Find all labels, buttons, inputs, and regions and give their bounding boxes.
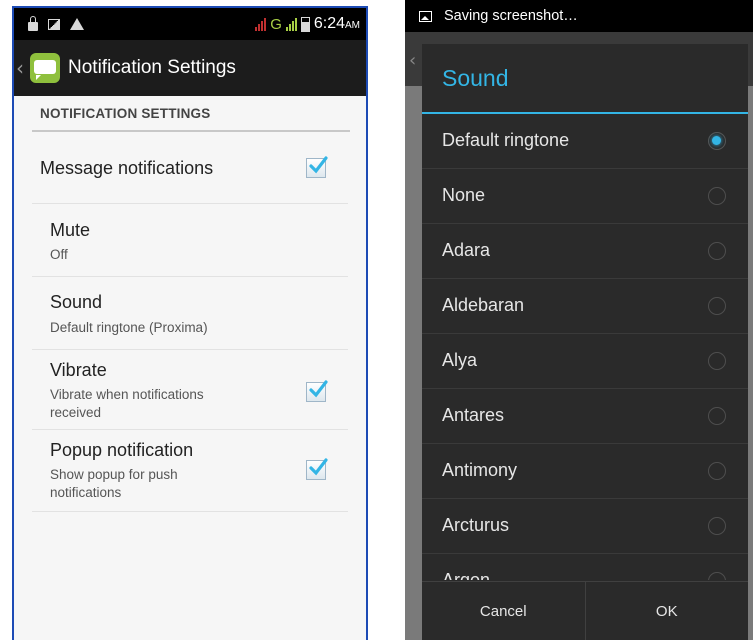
option-label: Arcturus [442,515,510,535]
pref-sound[interactable]: Sound Default ringtone (Proxima) [32,277,348,350]
back-chevron-icon[interactable]: ‹ [16,56,28,80]
pref-mute[interactable]: Mute Off [32,204,348,277]
option-label: None [442,185,486,205]
sound-dialog: Sound Default ringtone None Adara Aldeba… [422,44,748,640]
status-text: Saving screenshot… [444,8,578,24]
status-bar: G 6:24AM [14,8,366,40]
option-label: Antimony [442,460,518,480]
radio-icon[interactable] [708,407,726,425]
vibrate-checkbox[interactable] [306,380,328,402]
option-label: Aldebaran [442,295,525,315]
ringtone-option[interactable]: Aldebaran [422,279,748,334]
signal-icon-sim1 [255,17,267,31]
radio-icon[interactable] [708,297,726,315]
page-title: Notification Settings [68,57,236,78]
back-chevron-icon: ‹ [409,50,417,71]
lock-icon [28,15,38,31]
pref-summary: Show popup for push notifications [50,467,178,500]
ringtone-option[interactable]: Arcturus [422,499,748,554]
dialog-button-bar: Cancel OK [422,581,748,640]
radio-icon[interactable] [708,572,726,580]
warning-icon [70,18,84,30]
option-label: Alya [442,350,478,370]
dialog-title: Sound [442,65,509,91]
pref-summary: Off [50,247,68,262]
ringtone-option[interactable]: Adara [422,224,748,279]
notification-settings-screen: G 6:24AM ‹ Notification Settings NOTIFIC… [12,6,368,640]
ringtone-option[interactable]: Antares [422,389,748,444]
check-icon [309,458,328,476]
settings-list: NOTIFICATION SETTINGS Message notificati… [14,96,366,512]
option-label: Antares [442,405,505,425]
option-label: Argon [442,570,491,580]
pref-summary: Vibrate when notifications received [50,387,204,420]
check-icon [309,156,328,174]
pref-vibrate[interactable]: Vibrate Vibrate when notifications recei… [32,350,348,430]
radio-icon[interactable] [708,187,726,205]
option-label: Default ringtone [442,130,570,150]
check-icon [309,380,328,398]
radio-icon[interactable] [708,352,726,370]
status-bar: Saving screenshot… [405,0,753,32]
pref-title: Message notifications [40,158,214,178]
radio-icon[interactable] [708,242,726,260]
pref-message-notifications[interactable]: Message notifications [32,132,348,204]
ok-button[interactable]: OK [584,582,749,640]
ringtone-option[interactable]: Argon [422,554,748,580]
radio-icon[interactable] [708,462,726,480]
pref-popup-notification[interactable]: Popup notification Show popup for push n… [32,430,348,512]
radio-icon[interactable] [708,517,726,535]
sound-picker-screen: Saving screenshot… ‹ Sound Default ringt… [405,0,753,640]
battery-icon [300,16,310,32]
message-notifications-checkbox[interactable] [306,156,328,178]
option-label: Adara [442,240,491,260]
screenshot-icon [419,10,432,22]
ringtone-option[interactable]: None [422,169,748,224]
clock: 6:24AM [313,15,360,32]
messaging-app-icon[interactable] [30,53,60,83]
signal-icon-sim2 [285,17,297,31]
section-header: NOTIFICATION SETTINGS [40,106,211,121]
pref-title: Vibrate [50,360,107,380]
network-type: G [270,15,282,33]
pref-title: Popup notification [50,440,194,460]
cancel-button[interactable]: Cancel [422,582,585,640]
radio-selected-icon[interactable] [708,132,726,150]
action-bar: ‹ Notification Settings [14,40,366,96]
image-icon [48,18,60,30]
ringtone-list[interactable]: Default ringtone None Adara Aldebaran Al… [422,114,748,580]
pref-title: Mute [50,220,91,240]
ringtone-option[interactable]: Default ringtone [422,114,748,169]
ringtone-option[interactable]: Antimony [422,444,748,499]
pref-title: Sound [50,292,103,312]
pref-summary: Default ringtone (Proxima) [50,320,208,335]
popup-notification-checkbox[interactable] [306,458,328,480]
ringtone-option[interactable]: Alya [422,334,748,389]
